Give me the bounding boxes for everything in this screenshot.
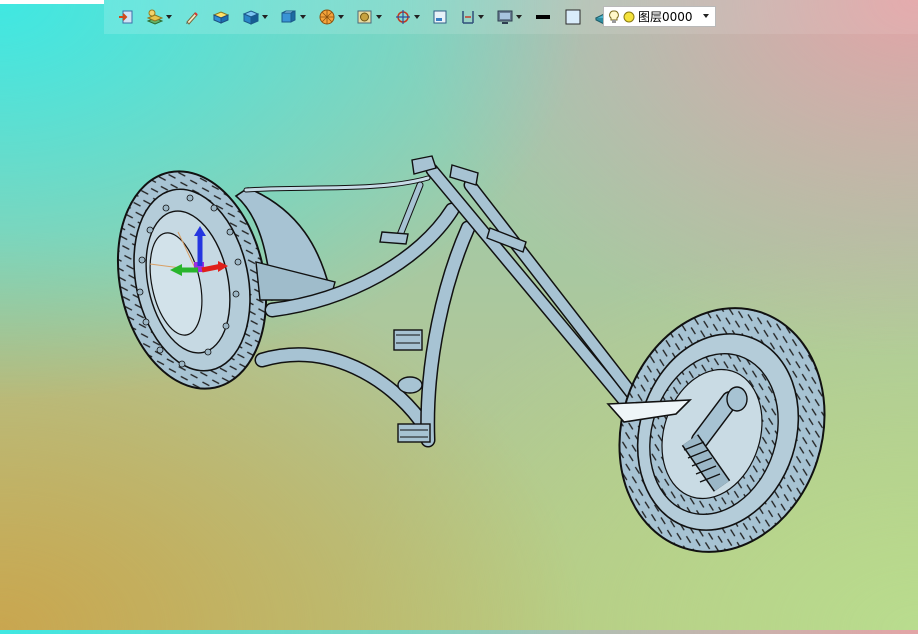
toolbar xyxy=(104,0,918,34)
fill-color-icon xyxy=(565,9,581,25)
chevron-down-icon xyxy=(703,14,709,18)
measure-button[interactable] xyxy=(460,6,484,28)
layer-dropdown[interactable]: 图层0000 xyxy=(603,6,716,27)
fill-color-button[interactable] xyxy=(564,6,582,28)
line-color-icon xyxy=(536,15,550,19)
lightbulb-icon xyxy=(609,10,619,23)
solid-cube-icon xyxy=(242,10,260,25)
layer-manager-icon xyxy=(146,9,164,25)
chevron-down-icon xyxy=(376,15,382,19)
front-wheel[interactable] xyxy=(589,281,856,579)
texture-button[interactable] xyxy=(356,6,382,28)
render-mode-icon xyxy=(319,9,335,25)
snap-target-icon xyxy=(396,10,410,24)
pedal-right[interactable] xyxy=(397,423,431,443)
import-icon xyxy=(119,10,133,24)
chevron-down-icon xyxy=(338,15,344,19)
chevron-down-icon xyxy=(166,15,172,19)
layer-name: 图层0000 xyxy=(638,10,693,24)
chevron-down-icon xyxy=(414,15,420,19)
import-button[interactable] xyxy=(118,6,134,28)
texture-icon xyxy=(357,10,372,24)
box-shaded-button[interactable] xyxy=(212,6,230,28)
panel-icon xyxy=(433,10,447,24)
line-color-button[interactable] xyxy=(534,6,552,28)
display-icon xyxy=(497,10,513,24)
view-cube-button[interactable] xyxy=(280,6,306,28)
chevron-down-icon xyxy=(478,15,484,19)
render-mode-button[interactable] xyxy=(318,6,344,28)
edit-tool-icon xyxy=(186,12,198,25)
layer-state-icon xyxy=(623,11,635,22)
chevron-down-icon xyxy=(262,15,268,19)
layer-manager-button[interactable] xyxy=(146,6,172,28)
snap-target-button[interactable] xyxy=(394,6,420,28)
3d-viewport[interactable] xyxy=(0,34,918,630)
edit-tool-button[interactable] xyxy=(184,6,200,28)
box-shaded-icon xyxy=(212,11,230,24)
bottom-bracket[interactable] xyxy=(397,376,423,394)
chevron-down-icon xyxy=(300,15,306,19)
solid-cube-button[interactable] xyxy=(242,6,268,28)
view-cube-icon xyxy=(281,10,296,23)
chevron-down-icon xyxy=(516,15,522,19)
frame[interactable] xyxy=(243,163,667,448)
motorcycle-frame-model[interactable] xyxy=(0,34,918,630)
panel-button[interactable] xyxy=(432,6,448,28)
pedal-left[interactable] xyxy=(393,329,423,351)
measure-icon xyxy=(462,11,474,24)
display-button[interactable] xyxy=(496,6,522,28)
title-strip xyxy=(0,0,104,4)
